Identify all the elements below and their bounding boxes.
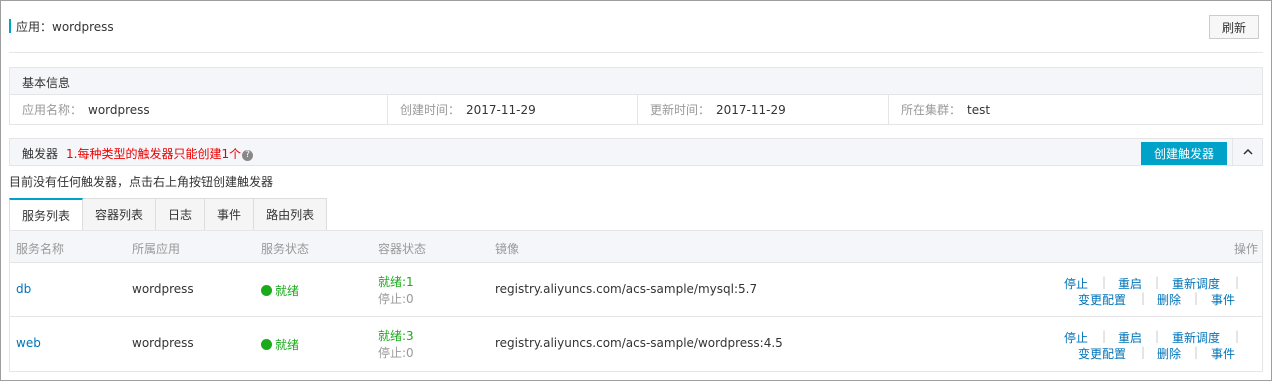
- info-label: 所在集群：: [901, 103, 962, 117]
- col-service-name: 服务名称: [16, 242, 65, 256]
- service-link[interactable]: web: [16, 336, 41, 350]
- question-icon[interactable]: ?: [242, 150, 254, 161]
- change-config-link[interactable]: 变更配置: [1078, 345, 1126, 362]
- refresh-button[interactable]: 刷新: [1209, 15, 1259, 39]
- status-text: 就绪: [275, 284, 300, 298]
- service-app: wordpress: [132, 336, 194, 350]
- container-ready: 就绪:3: [378, 329, 414, 343]
- service-app: wordpress: [132, 282, 194, 296]
- tab-logs[interactable]: 日志: [156, 198, 206, 231]
- info-label: 更新时间：: [650, 103, 711, 117]
- triggers-title-wrap: 触发器 1.每种类型的触发器只能创建1个?: [22, 145, 254, 162]
- delete-link[interactable]: 删除: [1157, 291, 1181, 308]
- info-updated: 更新时间： 2017-11-29: [638, 95, 889, 124]
- action-separator: |: [1194, 291, 1199, 305]
- info-cluster: 所在集群： test: [889, 95, 1262, 124]
- status-text: 就绪: [275, 338, 300, 352]
- container-ready: 就绪:1: [378, 275, 414, 289]
- table-header: 服务名称 所属应用 服务状态 容器状态 镜像 操作: [10, 231, 1262, 263]
- col-image: 镜像: [495, 242, 520, 256]
- col-container-status: 容器状态: [378, 242, 427, 256]
- table-row: db wordpress 就绪 就绪:1 停止:0 registry.aliyu…: [10, 263, 1262, 317]
- basic-info-title: 基本信息: [22, 76, 71, 90]
- info-value: wordpress: [88, 102, 150, 117]
- triggers-title: 触发器: [22, 147, 59, 161]
- action-separator: |: [1102, 275, 1107, 289]
- action-separator: |: [1235, 329, 1240, 343]
- container-stopped: 停止:0: [378, 346, 414, 360]
- col-actions: 操作: [1233, 242, 1258, 256]
- tab-events[interactable]: 事件: [205, 198, 255, 231]
- ready-dot-icon: [261, 339, 272, 350]
- stop-link[interactable]: 停止: [1064, 275, 1088, 292]
- row-actions: 停止 | 重启 | 重新调度 | 变更配置 | 删除 | 事件: [1064, 275, 1244, 307]
- header-divider: [9, 52, 1263, 53]
- reschedule-link[interactable]: 重新调度: [1172, 275, 1220, 292]
- services-table: 服务名称 所属应用 服务状态 容器状态 镜像 操作 db wordpress 就…: [9, 230, 1263, 372]
- info-created: 创建时间： 2017-11-29: [388, 95, 638, 124]
- action-separator: |: [1141, 291, 1146, 305]
- row-actions: 停止 | 重启 | 重新调度 | 变更配置 | 删除 | 事件: [1064, 329, 1244, 361]
- action-separator: |: [1141, 345, 1146, 359]
- info-app-name: 应用名称： wordpress: [10, 95, 388, 124]
- restart-link[interactable]: 重启: [1118, 329, 1142, 346]
- page-header: 应用：wordpress 刷新: [9, 15, 1263, 39]
- col-service-status: 服务状态: [261, 242, 310, 256]
- events-link[interactable]: 事件: [1211, 291, 1235, 308]
- service-image: registry.aliyuncs.com/acs-sample/wordpre…: [495, 336, 783, 350]
- ready-dot-icon: [261, 285, 272, 296]
- create-trigger-button[interactable]: 创建触发器: [1141, 142, 1227, 165]
- tab-services[interactable]: 服务列表: [9, 198, 84, 231]
- delete-link[interactable]: 删除: [1157, 345, 1181, 362]
- tab-bar: 服务列表 容器列表 日志 事件 路由列表: [9, 198, 328, 231]
- change-config-link[interactable]: 变更配置: [1078, 291, 1126, 308]
- page-title: 应用：wordpress: [16, 20, 114, 34]
- info-label: 创建时间：: [400, 103, 461, 117]
- triggers-warning: 1.每种类型的触发器只能创建1个: [66, 147, 242, 161]
- triggers-header: 触发器 1.每种类型的触发器只能创建1个? 创建触发器: [9, 138, 1263, 166]
- action-separator: |: [1102, 329, 1107, 343]
- basic-info-header: 基本信息: [9, 67, 1263, 95]
- action-separator: |: [1235, 275, 1240, 289]
- tab-containers[interactable]: 容器列表: [83, 198, 157, 231]
- app-detail-frame: 应用：wordpress 刷新 基本信息 应用名称： wordpress 创建时…: [0, 0, 1272, 381]
- action-separator: |: [1155, 329, 1160, 343]
- service-image: registry.aliyuncs.com/acs-sample/mysql:5…: [495, 282, 758, 296]
- action-separator: |: [1194, 345, 1199, 359]
- events-link[interactable]: 事件: [1211, 345, 1235, 362]
- info-label: 应用名称：: [22, 103, 83, 117]
- info-value: 2017-11-29: [466, 102, 536, 117]
- service-link[interactable]: db: [16, 282, 31, 296]
- service-status: 就绪: [261, 282, 299, 299]
- info-value: test: [967, 102, 991, 117]
- stop-link[interactable]: 停止: [1064, 329, 1088, 346]
- service-status: 就绪: [261, 336, 299, 353]
- triggers-empty-note: 目前没有任何触发器，点击右上角按钮创建触发器: [9, 175, 274, 189]
- info-value: 2017-11-29: [716, 102, 786, 117]
- reschedule-link[interactable]: 重新调度: [1172, 329, 1220, 346]
- col-app: 所属应用: [132, 242, 181, 256]
- restart-link[interactable]: 重启: [1118, 275, 1142, 292]
- container-stopped: 停止:0: [378, 292, 414, 306]
- chevron-up-icon[interactable]: [1232, 139, 1262, 165]
- table-row: web wordpress 就绪 就绪:3 停止:0 registry.aliy…: [10, 317, 1262, 371]
- title-accent-bar: [9, 19, 11, 33]
- basic-info-row: 应用名称： wordpress 创建时间： 2017-11-29 更新时间： 2…: [9, 95, 1263, 125]
- tab-routes[interactable]: 路由列表: [254, 198, 328, 231]
- action-separator: |: [1155, 275, 1160, 289]
